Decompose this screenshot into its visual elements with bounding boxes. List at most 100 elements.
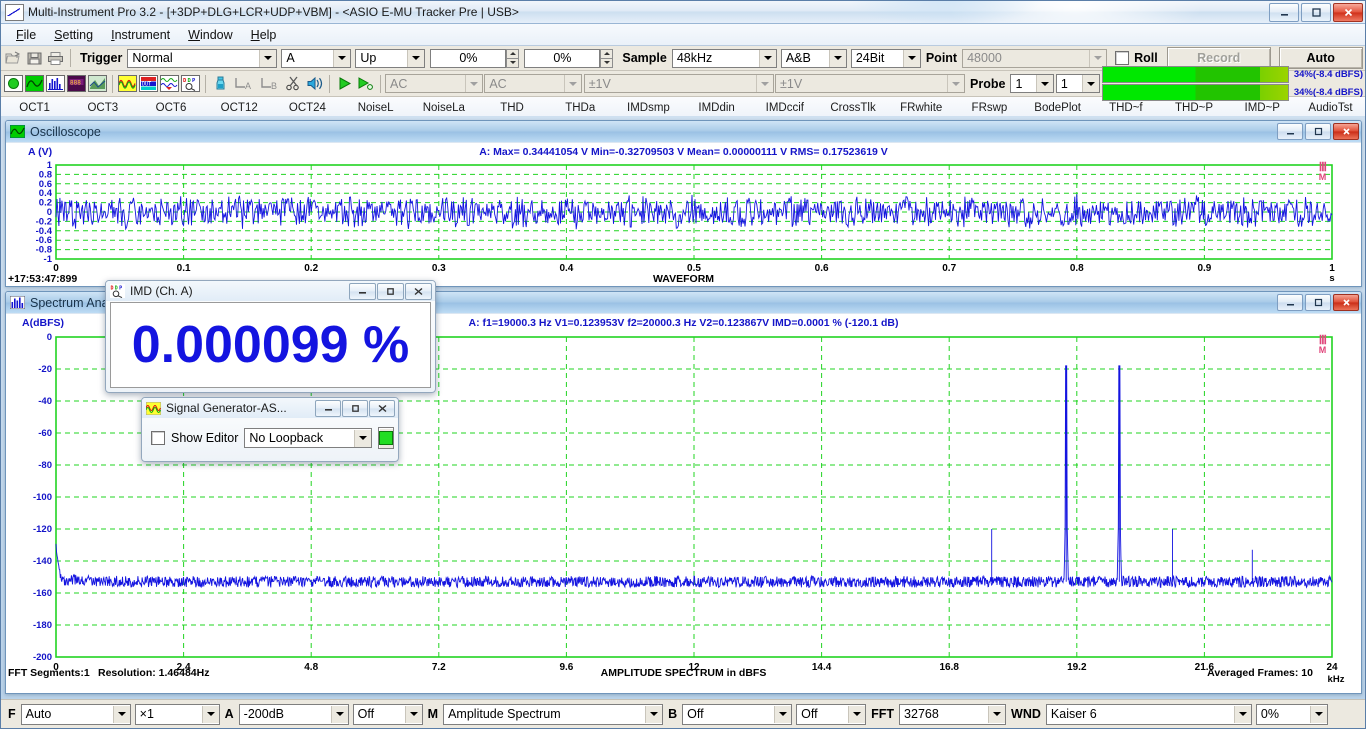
channel-select[interactable]: A&B — [780, 48, 847, 68]
chevron-down-icon[interactable] — [1309, 705, 1327, 723]
oscilloscope-close-button[interactable] — [1333, 123, 1359, 140]
channel-b-reference-icon[interactable]: B — [257, 73, 283, 94]
overlap-select[interactable]: 0% — [1255, 703, 1328, 725]
trigger-delay-stepper[interactable] — [600, 48, 614, 68]
chevron-down-icon[interactable] — [1089, 49, 1107, 67]
show-editor-checkbox[interactable] — [151, 431, 165, 445]
run-step-icon[interactable] — [355, 73, 376, 94]
maximize-button[interactable] — [1301, 3, 1331, 22]
chevron-down-icon[interactable] — [828, 49, 846, 67]
b-option-1-select[interactable]: Off — [682, 703, 793, 725]
roll-checkbox[interactable] — [1115, 51, 1130, 65]
close-button[interactable] — [1333, 3, 1363, 22]
b-option-2-select[interactable]: Off — [796, 703, 867, 725]
chevron-down-icon[interactable] — [774, 705, 792, 723]
menu-instrument[interactable]: Instrument — [102, 26, 179, 44]
ddp-viewer-icon[interactable]: D D P — [180, 73, 201, 94]
window-function-select[interactable]: Kaiser 6 — [1045, 703, 1252, 725]
fn-tab-noisel[interactable]: NoiseL — [342, 97, 410, 118]
fn-tab-thd[interactable]: THD — [478, 97, 546, 118]
chevron-down-icon[interactable] — [564, 75, 582, 92]
trigger-mode-select[interactable]: Normal — [127, 48, 278, 68]
fn-tab-bodeplot[interactable]: BodePlot — [1024, 97, 1092, 118]
bit-depth-select[interactable]: 24Bit — [850, 48, 921, 68]
cut-icon[interactable] — [283, 73, 304, 94]
imd-minimize-button[interactable] — [349, 283, 376, 300]
fft-size-select[interactable]: 32768 — [899, 703, 1007, 725]
channel-a-reference-icon[interactable]: A — [231, 73, 257, 94]
point-select[interactable]: 48000 — [962, 48, 1108, 68]
spectrum-analyzer-icon[interactable] — [45, 73, 66, 94]
fn-tab-frwhite[interactable]: FRwhite — [888, 97, 956, 118]
fn-tab-imdsmp[interactable]: IMDsmp — [615, 97, 683, 118]
chevron-down-icon[interactable] — [848, 705, 866, 723]
multimeter-icon[interactable]: 888 — [66, 73, 87, 94]
amplitude-option-select[interactable]: Off — [352, 703, 423, 725]
chevron-down-icon[interactable] — [404, 705, 422, 723]
coupling-a-select[interactable]: AC — [385, 74, 483, 93]
run-icon[interactable] — [334, 73, 355, 94]
imd-maximize-button[interactable] — [377, 283, 404, 300]
siggen-start-button[interactable] — [378, 427, 395, 449]
speaker-icon[interactable] — [304, 73, 325, 94]
spectrum-minimize-button[interactable] — [1277, 294, 1303, 311]
fn-tab-audiotst[interactable]: AudioTst — [1297, 97, 1365, 118]
chevron-down-icon[interactable] — [112, 705, 130, 723]
signal-generator-icon[interactable] — [117, 73, 138, 94]
frequency-mode-select[interactable]: Auto — [20, 703, 131, 725]
fn-tab-crosstlk[interactable]: CrossTlk — [819, 97, 887, 118]
fn-tab-oct3[interactable]: OCT3 — [69, 97, 137, 118]
print-icon[interactable] — [45, 48, 66, 69]
calibration-icon[interactable] — [210, 73, 231, 94]
trigger-delay-field[interactable]: 0% — [524, 48, 601, 68]
menu-window[interactable]: Window — [179, 26, 241, 44]
chevron-down-icon[interactable] — [988, 705, 1006, 723]
chevron-down-icon[interactable] — [1036, 75, 1054, 92]
siggen-minimize-button[interactable] — [315, 400, 341, 417]
fn-tab-imddin[interactable]: IMDdin — [683, 97, 751, 118]
loopback-select[interactable]: No Loopback — [244, 428, 373, 448]
chevron-down-icon[interactable] — [354, 429, 372, 447]
chevron-down-icon[interactable] — [758, 49, 776, 67]
chevron-down-icon[interactable] — [333, 49, 351, 67]
range-a-select[interactable]: ±1V — [583, 74, 774, 93]
open-icon[interactable] — [3, 48, 24, 69]
fn-tab-oct1[interactable]: OCT1 — [1, 97, 69, 118]
menu-file[interactable]: FFileile — [7, 26, 45, 44]
probe-a-select[interactable]: 1 — [1010, 74, 1055, 93]
chevron-down-icon[interactable] — [465, 75, 482, 92]
sample-rate-select[interactable]: 48kHz — [671, 48, 777, 68]
lcr-meter-icon[interactable] — [159, 73, 180, 94]
oscilloscope-icon[interactable] — [24, 73, 45, 94]
chevron-down-icon[interactable] — [902, 49, 920, 67]
amplitude-range-select[interactable]: -200dB — [238, 703, 349, 725]
measurement-mode-select[interactable]: Amplitude Spectrum — [443, 703, 664, 725]
menu-setting[interactable]: Setting — [45, 26, 102, 44]
range-b-select[interactable]: ±1V — [775, 74, 966, 93]
trigger-level-field[interactable]: 0% — [430, 48, 507, 68]
chevron-down-icon[interactable] — [201, 705, 219, 723]
chevron-down-icon[interactable] — [259, 49, 277, 67]
spectrum-3d-icon[interactable] — [87, 73, 108, 94]
chevron-down-icon[interactable] — [947, 75, 965, 92]
frequency-multiplier-select[interactable]: ×1 — [134, 703, 220, 725]
coupling-b-select[interactable]: AC — [484, 74, 583, 93]
siggen-close-button[interactable] — [369, 400, 395, 417]
chevron-down-icon[interactable] — [645, 705, 663, 723]
fn-tab-oct12[interactable]: OCT12 — [206, 97, 274, 118]
imd-dialog-title-bar[interactable]: D D P IMD (Ch. A) — [106, 281, 435, 301]
spectrum-close-button[interactable] — [1333, 294, 1359, 311]
oscilloscope-minimize-button[interactable] — [1277, 123, 1303, 140]
fn-tab-frswp[interactable]: FRswp — [956, 97, 1024, 118]
fn-tab-noisela[interactable]: NoiseLa — [410, 97, 478, 118]
record-dot-icon[interactable] — [3, 73, 24, 94]
menu-help[interactable]: Help — [242, 26, 286, 44]
oscilloscope-title-bar[interactable]: Oscilloscope — [6, 121, 1361, 143]
chevron-down-icon[interactable] — [755, 75, 773, 92]
trigger-level-stepper[interactable] — [506, 48, 520, 68]
siggen-title-bar[interactable]: Signal Generator-AS... — [142, 398, 398, 418]
dut-icon[interactable]: DUT — [138, 73, 159, 94]
fn-tab-oct24[interactable]: OCT24 — [274, 97, 342, 118]
chevron-down-icon[interactable] — [1081, 75, 1099, 92]
trigger-source-select[interactable]: A — [281, 48, 352, 68]
